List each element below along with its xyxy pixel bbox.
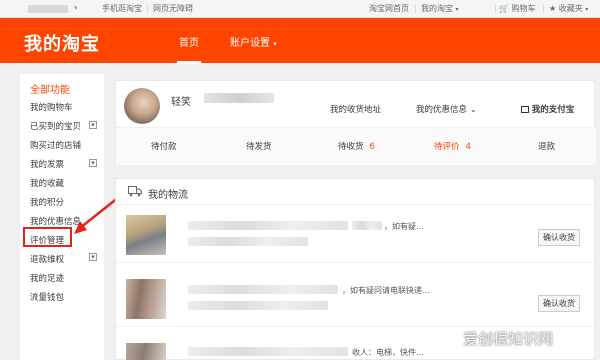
pending-receipt-count: 6 bbox=[369, 142, 375, 152]
order-status-row: 待付款 待发货 待收货 6 待评价 4 退款 bbox=[116, 127, 596, 165]
blurred-text bbox=[188, 221, 348, 230]
product-thumbnail[interactable] bbox=[126, 279, 166, 319]
divider bbox=[495, 4, 496, 13]
confirm-receipt-button[interactable]: 确认收货 bbox=[538, 295, 580, 312]
blurred-text bbox=[188, 237, 308, 246]
sidebar-item-points[interactable]: 我的积分 bbox=[30, 196, 64, 208]
sidebar-item-refunds[interactable]: 退款维权 bbox=[30, 253, 64, 265]
chevron-down-icon: ▾ bbox=[273, 40, 277, 48]
sidebar-item-data-wallet[interactable]: 流量钱包 bbox=[30, 291, 64, 303]
site-topbar: ▾ 手机逛淘宝 网页无障碍 淘宝网首页 我的淘宝 ▾ 🛒 购物车 ★ 收藏夹 ▾ bbox=[0, 0, 600, 18]
accessibility-link[interactable]: 网页无障碍 bbox=[153, 3, 193, 14]
taobao-home-link[interactable]: 淘宝网首页 bbox=[369, 3, 409, 14]
my-taobao-logo[interactable]: 我的淘宝 bbox=[24, 30, 100, 56]
nav-home[interactable]: 首页 bbox=[177, 34, 201, 64]
username: 轻笑 bbox=[171, 97, 191, 108]
product-thumbnail[interactable] bbox=[126, 343, 166, 360]
chevron-down-icon: ⌄ bbox=[469, 105, 477, 115]
blurred-text bbox=[352, 221, 382, 230]
logistics-title: 我的物流 bbox=[148, 190, 188, 201]
my-taobao-link[interactable]: 我的淘宝 ▾ bbox=[421, 3, 459, 14]
divider bbox=[543, 4, 544, 13]
truck-icon bbox=[128, 186, 142, 197]
sidebar-item-favorites[interactable]: 我的收藏 bbox=[30, 177, 64, 189]
star-icon: ★ bbox=[549, 4, 557, 13]
logistics-row: ，如有疑... 确认收货 bbox=[116, 207, 596, 263]
alipay-icon bbox=[521, 106, 529, 113]
sidebar-item-cart[interactable]: 我的购物车 bbox=[30, 101, 73, 113]
blurred-username[interactable] bbox=[28, 5, 68, 13]
expand-icon[interactable]: ▾ bbox=[89, 159, 97, 167]
sidebar-title: 全部功能 bbox=[30, 85, 70, 96]
blurred-text bbox=[188, 347, 348, 356]
blurred-username bbox=[204, 93, 274, 103]
sidebar-item-footprint[interactable]: 我的足迹 bbox=[30, 272, 64, 284]
product-thumbnail[interactable] bbox=[126, 215, 166, 255]
order-status-refund[interactable]: 退款 bbox=[538, 140, 555, 152]
favorites-link[interactable]: ★ 收藏夹 ▾ bbox=[549, 3, 588, 14]
confirm-receipt-button[interactable]: 确认收货 bbox=[538, 229, 580, 246]
account-summary-card: 轻笑 我的收货地址 我的优惠信息 ⌄ 我的支付宝 待付款 待发货 待收货 6 待评… bbox=[115, 80, 596, 165]
site-watermark: 爱创根知识网 bbox=[463, 330, 554, 348]
sidebar-item-shops[interactable]: 购买过的店铺 bbox=[30, 139, 81, 151]
pending-review-count: 4 bbox=[465, 142, 471, 152]
logistics-status-text: ，如有疑问请电联快递... bbox=[342, 286, 430, 295]
annotation-highlight-box bbox=[23, 227, 72, 247]
avatar[interactable] bbox=[124, 88, 160, 124]
sidebar-item-invoice[interactable]: 我的发票 bbox=[30, 158, 64, 170]
mobile-taobao-link[interactable]: 手机逛淘宝 bbox=[102, 3, 142, 14]
nav-account-settings[interactable]: 账户设置 ▾ bbox=[230, 34, 277, 49]
cart-icon: 🛒 bbox=[499, 4, 509, 13]
logistics-header: 我的物流 bbox=[116, 179, 596, 205]
expand-icon[interactable]: ▾ bbox=[89, 253, 97, 261]
logistics-status-text: 收人：电梯，快件... bbox=[352, 348, 424, 357]
logistics-status-text: ，如有疑... bbox=[384, 222, 424, 231]
blurred-text bbox=[188, 301, 328, 310]
sidebar-item-bought[interactable]: 已买到的宝贝 bbox=[30, 120, 81, 132]
divider bbox=[147, 4, 148, 13]
order-status-pending-shipment[interactable]: 待发货 bbox=[246, 140, 272, 152]
alipay-link[interactable]: 我的支付宝 bbox=[521, 103, 574, 115]
blurred-text bbox=[188, 285, 338, 294]
logistics-row: ，如有疑问请电联快递... 确认收货 bbox=[116, 271, 596, 327]
order-status-pending-review[interactable]: 待评价 4 bbox=[434, 140, 471, 152]
my-coupons-link[interactable]: 我的优惠信息 ⌄ bbox=[416, 103, 477, 115]
divider bbox=[415, 4, 416, 13]
shipping-address-link[interactable]: 我的收货地址 bbox=[330, 103, 381, 115]
order-status-pending-payment[interactable]: 待付款 bbox=[151, 140, 177, 152]
user-menu-caret-icon[interactable]: ▾ bbox=[74, 4, 78, 12]
my-taobao-header: 我的淘宝 首页 账户设置 ▾ bbox=[0, 18, 600, 64]
expand-icon[interactable]: ▾ bbox=[89, 121, 97, 129]
order-status-pending-receipt[interactable]: 待收货 6 bbox=[338, 140, 375, 152]
cart-link[interactable]: 🛒 购物车 bbox=[499, 3, 536, 14]
